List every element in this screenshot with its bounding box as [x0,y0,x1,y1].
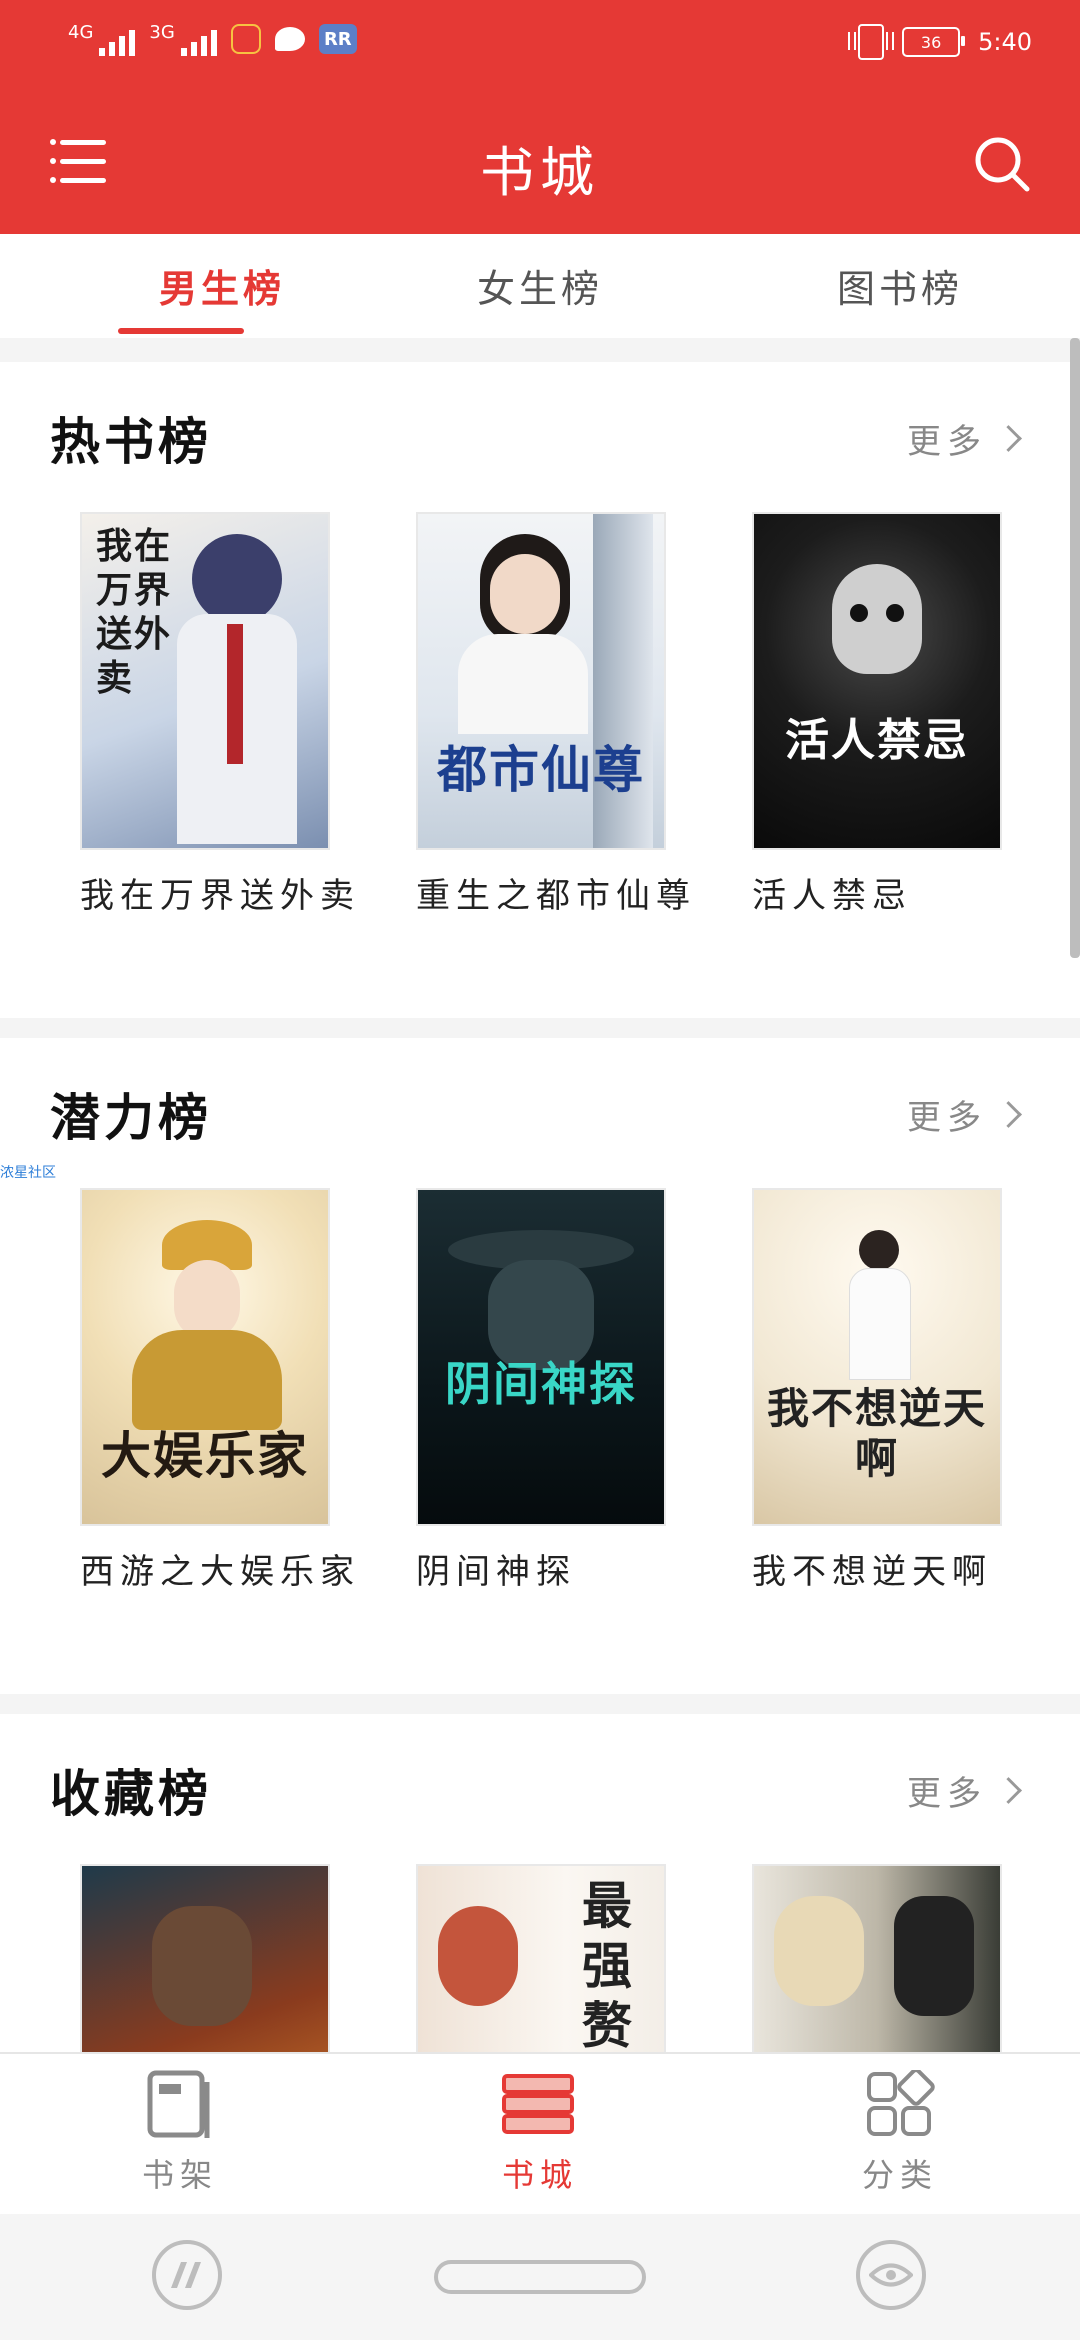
section-title: 热书榜 [50,413,212,471]
book-cover: 最强赘 [416,1864,666,2052]
book-cover: 我在万界送外卖 [80,512,330,850]
back-icon[interactable] [152,2240,222,2310]
book-card[interactable]: 活人禁忌 活人禁忌 [752,512,1002,917]
chevron-right-icon [995,1777,1022,1804]
chevron-right-icon [995,1101,1022,1128]
battery-icon: 36 [902,27,966,57]
signal-3g-label: 3G [149,22,175,43]
tab-books[interactable]: 图书榜 [800,258,1000,313]
clock: 5:40 [978,28,1032,56]
nav-bookstore[interactable]: 书城 [440,2070,640,2196]
book-card[interactable]: 都市仙尊 重生之都市仙尊 [416,512,696,917]
book-cover: 我不想逆天啊 [752,1188,1002,1526]
notification-app-icon [230,24,261,54]
vibrate-icon [848,24,895,60]
book-cover: 大娱乐家 [80,1188,330,1526]
tab-female[interactable]: 女生榜 [440,258,640,313]
book-title: 阴间神探 [416,1552,576,1592]
book-cover: 活人禁忌 [752,512,1002,850]
book-title: 我不想逆天啊 [752,1552,992,1592]
content-area[interactable]: 热书榜 更多 我在万界送外卖 我在万界送外卖 都市仙尊 重生之都市仙尊 活人禁忌… [0,338,1080,2052]
cover-title-text: 最强赘 [582,1876,634,2052]
more-label: 更多 [907,1098,987,1138]
book-title: 西游之大娱乐家 [80,1552,360,1592]
scrollbar[interactable] [1070,338,1080,958]
cover-title-text: 我在万界送外卖 [96,525,173,699]
section-potential: 潜力榜 更多 大娱乐家 西游之大娱乐家 阴间神探 阴间神探 我不想逆天啊 我不想… [0,1038,1080,1694]
cover-title-text: 我不想逆天啊 [766,1384,987,1483]
signal-4g-icon: 4G [68,22,136,56]
app-badge-icon: RR [318,24,357,54]
book-card[interactable]: 阴间神探 阴间神探 [416,1188,666,1593]
more-link[interactable]: 更多 [907,1766,1022,1815]
search-icon[interactable] [972,134,1032,194]
message-icon [274,27,305,51]
book-title: 活人禁忌 [752,876,912,916]
book-card[interactable]: 最强赘 [416,1864,666,2052]
book-cover: 阴间神探 [416,1188,666,1526]
nav-label: 书城 [501,2156,578,2194]
cover-title-text: 都市仙尊 [437,740,645,799]
battery-level: 36 [920,32,942,52]
nav-category[interactable]: 分类 [800,2068,1000,2196]
more-label: 更多 [907,1774,987,1814]
nav-label: 书架 [141,2156,218,2194]
section-title: 收藏榜 [50,1765,212,1823]
cover-title-text: 活人禁忌 [785,715,969,766]
chevron-right-icon [995,425,1022,452]
more-link[interactable]: 更多 [907,1090,1022,1139]
bookstore-icon [502,2074,574,2134]
ranking-tabs: 男生榜 女生榜 图书榜 [0,234,1080,340]
home-button[interactable] [434,2260,646,2294]
book-card[interactable]: 我不想逆天啊 我不想逆天啊 [752,1188,1002,1593]
status-bar: 4G 3G RR 36 5:40 [0,0,1080,90]
cover-title-text: 大娱乐家 [101,1426,309,1485]
category-icon [867,2068,935,2136]
section-title: 潜力榜 [50,1089,212,1147]
signal-4g-label: 4G [68,22,94,43]
recent-apps-icon[interactable] [856,2240,926,2310]
nav-bookshelf[interactable]: 书架 [80,2070,280,2196]
nav-label: 分类 [861,2156,938,2194]
section-hot: 热书榜 更多 我在万界送外卖 我在万界送外卖 都市仙尊 重生之都市仙尊 活人禁忌… [0,362,1080,1018]
tab-male[interactable]: 男生榜 [122,258,322,313]
signal-3g-icon: 3G [149,22,217,56]
more-label: 更多 [907,422,987,462]
book-card[interactable] [80,1864,330,2052]
status-left: 4G 3G RR [68,22,357,56]
book-cover [80,1864,330,2052]
status-right: 36 5:40 [848,24,1032,60]
system-nav-bar [0,2214,1080,2340]
bookshelf-icon [147,2070,210,2138]
book-card[interactable]: 我在万界送外卖 我在万界送外卖 [80,512,360,917]
book-card[interactable]: 大娱乐家 西游之大娱乐家 [80,1188,360,1593]
page-title: 书城 [480,141,600,204]
watermark: 浓星社区 [0,1165,56,1181]
cover-title-text: 阴间神探 [445,1357,637,1411]
book-title: 重生之都市仙尊 [416,876,696,916]
book-cover [752,1864,1002,2052]
app-bar: 书城 [0,90,1080,234]
book-title: 我在万界送外卖 [80,876,360,916]
more-link[interactable]: 更多 [907,414,1022,463]
tab-active-indicator [118,328,244,334]
section-favorites: 收藏榜 更多 最强赘 [0,1714,1080,2052]
book-cover: 都市仙尊 [416,512,666,850]
app-badge-label: RR [323,28,352,50]
bottom-nav: 书架 书城 分类 [0,2052,1080,2216]
book-card[interactable] [752,1864,1002,2052]
